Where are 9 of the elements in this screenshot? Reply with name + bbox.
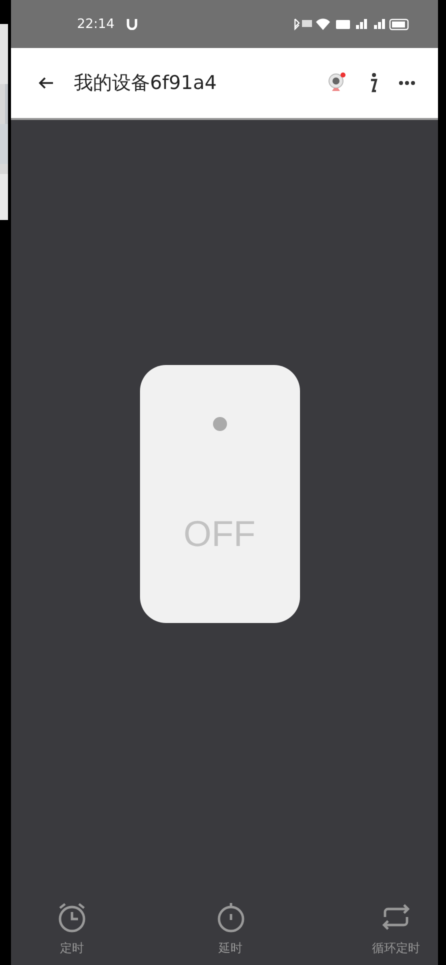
camera-icon[interactable] — [326, 72, 348, 94]
more-icon[interactable] — [398, 80, 416, 86]
timer-tab[interactable]: 定时 — [55, 900, 89, 957]
timer-tab[interactable]: 循环定时 — [372, 900, 420, 957]
back-icon[interactable] — [38, 75, 54, 91]
device-title: 我的设备6f91a4 — [74, 71, 217, 96]
timer-tab[interactable]: 延时 — [214, 900, 248, 957]
notification-icon — [126, 18, 138, 30]
status-time: 22:14 — [77, 16, 114, 32]
